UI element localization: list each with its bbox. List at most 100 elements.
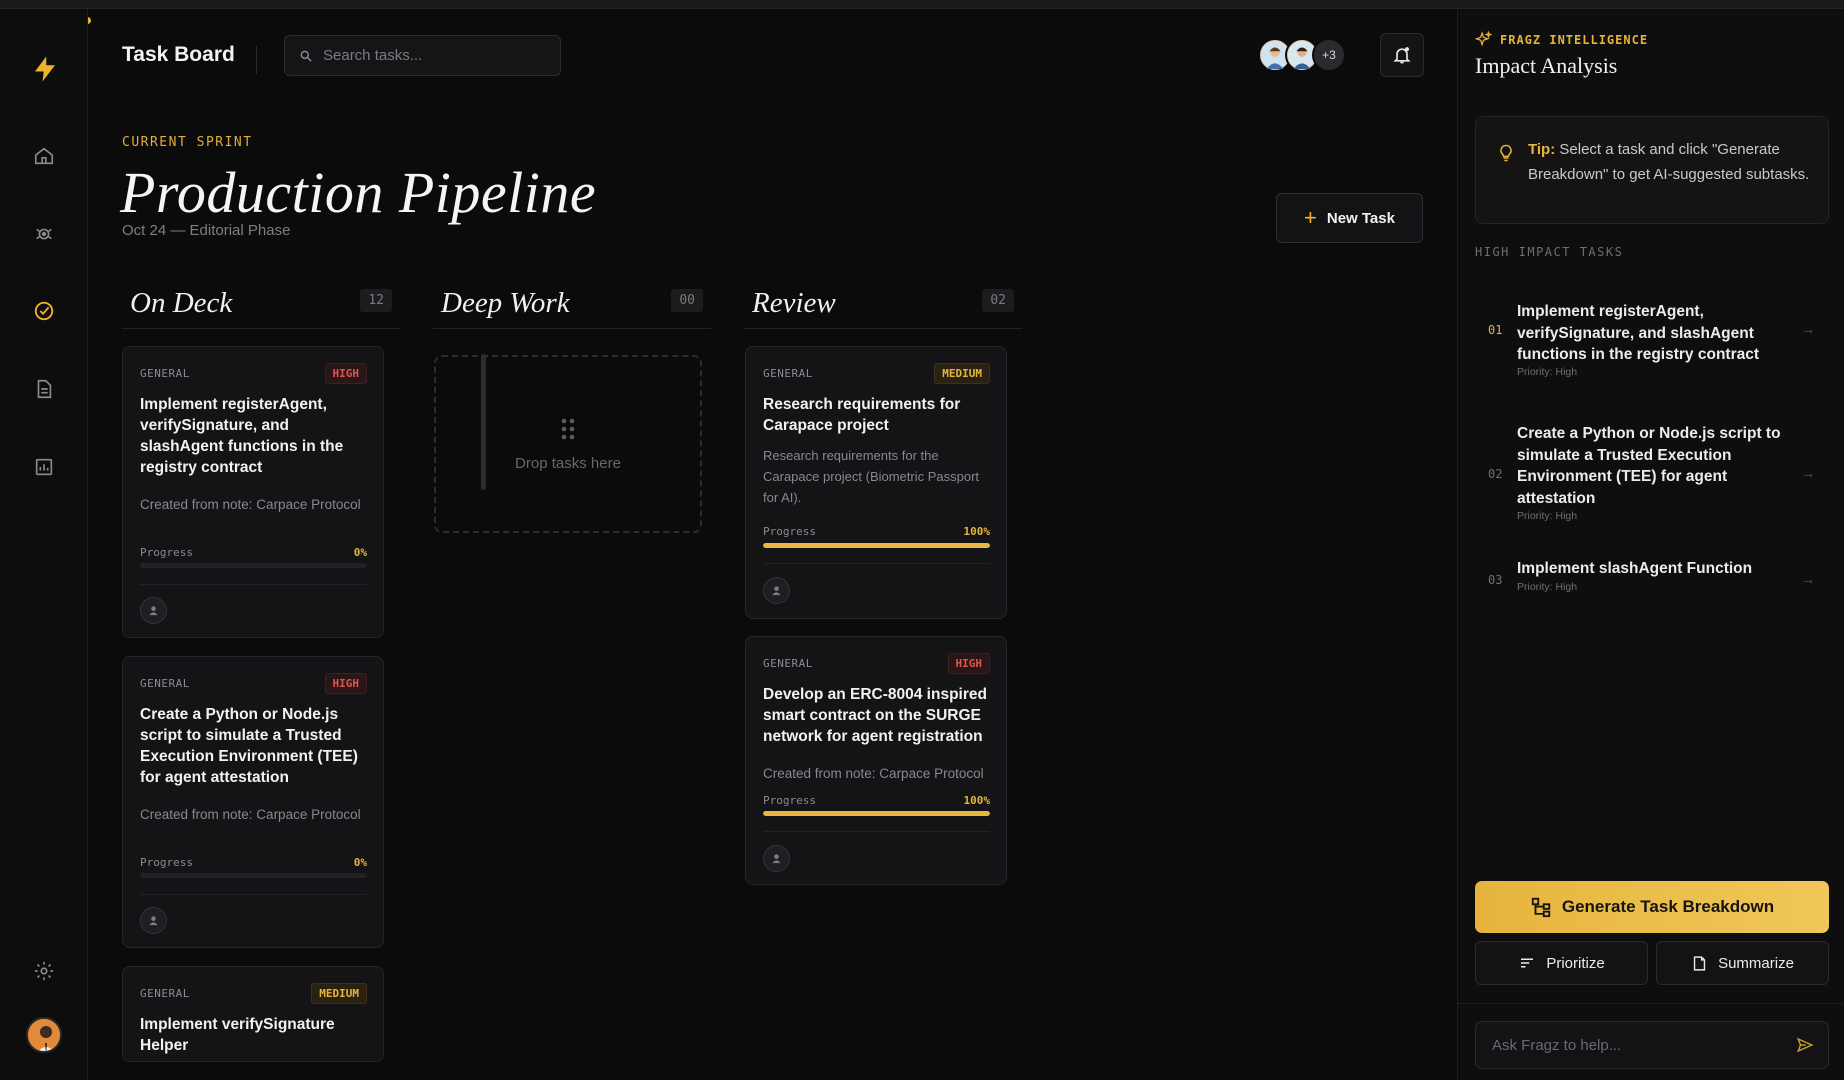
tasks-icon[interactable] xyxy=(30,297,58,325)
card-divider xyxy=(140,894,367,895)
high-impact-item[interactable]: 03 Implement slashAgent Function Priorit… xyxy=(1475,558,1829,604)
column-count: 00 xyxy=(671,289,703,312)
card-category: GENERAL xyxy=(140,367,190,380)
generate-label: Generate Task Breakdown xyxy=(1561,897,1775,916)
ask-box[interactable] xyxy=(1475,1021,1829,1069)
team-avatars[interactable]: +3 xyxy=(1258,38,1346,74)
progress-value: 100% xyxy=(963,794,991,807)
summarize-label: Summarize xyxy=(1718,954,1794,972)
ask-input[interactable] xyxy=(1492,1036,1782,1054)
column-count: 12 xyxy=(360,289,392,312)
progress-value: 0% xyxy=(353,546,367,559)
prioritize-label: Prioritize xyxy=(1546,954,1605,972)
hierarchy-icon xyxy=(1531,897,1551,918)
high-impact-item[interactable]: 01 Implement registerAgent, verifySignat… xyxy=(1475,293,1829,383)
window-titlebar xyxy=(0,0,1844,9)
send-icon[interactable] xyxy=(1796,1036,1814,1054)
tip-body: Select a task and click "Generate Breakd… xyxy=(1528,141,1810,183)
progress-bar xyxy=(763,543,990,548)
card-category: GENERAL xyxy=(763,367,813,380)
priority-badge: HIGH xyxy=(324,363,367,384)
page-title: Task Board xyxy=(122,43,235,66)
generate-breakdown-button[interactable]: Generate Task Breakdown xyxy=(1475,881,1829,933)
logo-icon[interactable] xyxy=(28,49,62,89)
drop-zone[interactable]: Drop tasks here xyxy=(434,355,702,533)
item-title: Implement slashAgent Function xyxy=(1517,560,1753,577)
card-category: GENERAL xyxy=(140,987,190,1000)
summarize-button[interactable]: Summarize xyxy=(1656,941,1829,985)
panel-title: Impact Analysis xyxy=(1475,53,1618,78)
item-title: Create a Python or Node.js script to sim… xyxy=(1517,425,1781,507)
analytics-icon[interactable] xyxy=(30,453,58,481)
tip-text: Tip: Select a task and click "Generate B… xyxy=(1528,138,1810,187)
card-title: Implement verifySignature Helper xyxy=(140,1016,335,1054)
assignee-icon[interactable] xyxy=(140,907,167,934)
tip-box: Tip: Select a task and click "Generate B… xyxy=(1475,116,1829,224)
card-description: Research requirements for the Carapace p… xyxy=(763,448,980,505)
search-input[interactable] xyxy=(323,47,553,64)
card-title: Develop an ERC-8004 inspired smart contr… xyxy=(763,686,987,745)
assignee-icon[interactable] xyxy=(763,845,790,872)
intelligence-panel: FRAGZ INTELLIGENCE Impact Analysis Tip: … xyxy=(1457,9,1844,1080)
priority-badge: HIGH xyxy=(947,653,990,674)
item-title: Implement registerAgent, verifySignature… xyxy=(1517,303,1760,363)
card-description: Created from note: Carpace Protocol xyxy=(763,766,984,781)
progress-value: 100% xyxy=(963,525,991,538)
card-category: GENERAL xyxy=(763,657,813,670)
settings-icon[interactable] xyxy=(30,957,58,985)
progress-label: Progress xyxy=(140,546,193,559)
sprint-kicker: CURRENT SPRINT xyxy=(122,135,253,150)
prioritize-button[interactable]: Prioritize xyxy=(1475,941,1648,985)
task-card[interactable]: GENERAL HIGH Create a Python or Node.js … xyxy=(122,656,384,948)
item-number: 02 xyxy=(1488,467,1503,481)
item-number: 01 xyxy=(1488,323,1503,337)
arrow-right-icon: → xyxy=(1801,571,1815,587)
column-name: Review xyxy=(752,287,836,319)
search-icon xyxy=(300,50,312,62)
card-description: Created from note: Carpace Protocol xyxy=(140,807,361,822)
card-divider xyxy=(763,831,990,832)
sort-icon xyxy=(1521,958,1534,968)
main-area: Task Board +3 CURRENT SPRINT Production … xyxy=(88,9,1457,1080)
divider xyxy=(256,46,257,74)
panel-kicker-text: FRAGZ INTELLIGENCE xyxy=(1500,32,1649,47)
column-header-deep-work: Deep Work 00 xyxy=(433,279,711,329)
task-card[interactable]: GENERAL MEDIUM Research requirements for… xyxy=(745,346,1007,619)
plus-icon: + xyxy=(1304,205,1317,230)
notes-icon[interactable] xyxy=(30,375,58,403)
notifications-button[interactable] xyxy=(1380,33,1424,77)
arrow-right-icon: → xyxy=(1801,321,1815,337)
progress-bar xyxy=(763,811,990,816)
panel-kicker: FRAGZ INTELLIGENCE xyxy=(1475,31,1648,48)
progress-bar xyxy=(140,873,367,878)
search-box[interactable] xyxy=(284,35,561,76)
priority-badge: HIGH xyxy=(324,673,367,694)
new-task-label: New Task xyxy=(1326,209,1395,227)
home-icon[interactable] xyxy=(30,142,58,170)
new-task-button[interactable]: + New Task xyxy=(1276,193,1423,243)
arrow-right-icon: → xyxy=(1801,465,1815,481)
assignee-icon[interactable] xyxy=(140,597,167,624)
card-title: Research requirements for Carapace proje… xyxy=(763,396,961,434)
column-name: Deep Work xyxy=(441,287,570,319)
progress-label: Progress xyxy=(763,794,816,807)
task-card[interactable]: GENERAL MEDIUM Implement verifySignature… xyxy=(122,966,384,1062)
task-card[interactable]: GENERAL HIGH Develop an ERC-8004 inspire… xyxy=(745,636,1007,885)
priority-badge: MEDIUM xyxy=(311,983,367,1004)
team-extra-count: +3 xyxy=(1312,38,1346,72)
bell-icon xyxy=(1393,47,1411,64)
item-priority: Priority: High xyxy=(1517,366,1578,378)
sidebar xyxy=(0,9,88,1080)
lightbulb-icon xyxy=(1500,144,1512,162)
agents-icon[interactable] xyxy=(30,220,58,248)
sprint-subtitle: Oct 24 — Editorial Phase xyxy=(122,222,291,239)
drag-handle-icon xyxy=(561,418,575,439)
progress-label: Progress xyxy=(140,856,193,869)
high-impact-item[interactable]: 02 Create a Python or Node.js script to … xyxy=(1475,415,1829,525)
task-card[interactable]: GENERAL HIGH Implement registerAgent, ve… xyxy=(122,346,384,638)
tip-label: Tip: xyxy=(1528,141,1556,158)
card-divider xyxy=(763,563,990,564)
user-avatar[interactable] xyxy=(26,1017,62,1053)
assignee-icon[interactable] xyxy=(763,577,790,604)
drop-zone-text: Drop tasks here xyxy=(515,454,621,472)
